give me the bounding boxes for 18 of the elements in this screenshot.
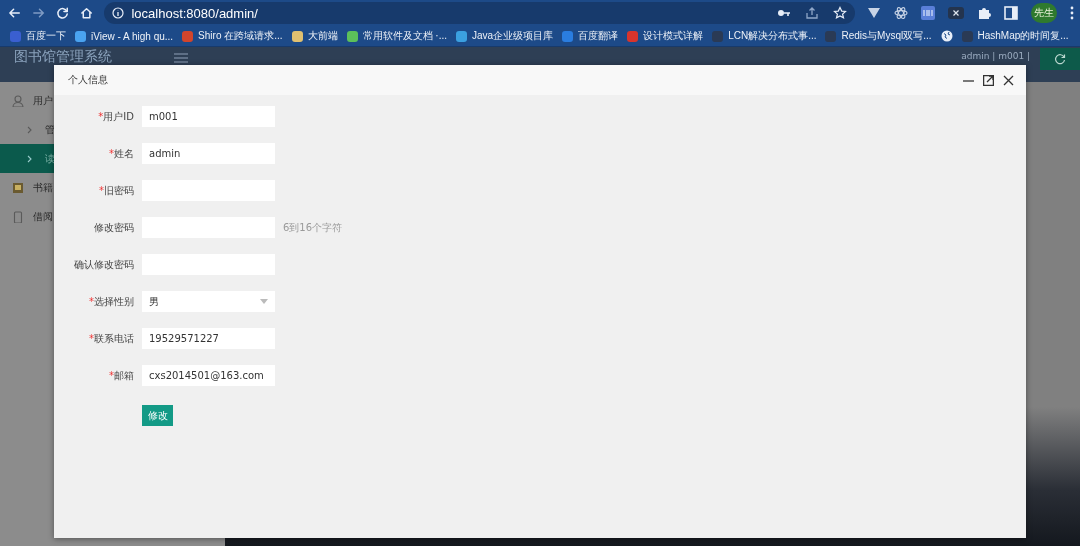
required-mark: * — [89, 295, 94, 307]
dialog-title: 个人信息 — [68, 73, 108, 87]
field-label: 用户ID — [103, 110, 134, 122]
required-mark: * — [99, 184, 104, 196]
hint-text: 6到16个字符 — [283, 220, 343, 235]
app-title: 图书馆管理系统 — [14, 48, 112, 64]
required-mark: * — [109, 147, 114, 159]
field-label: 旧密码 — [104, 184, 134, 196]
field-label: 联系电话 — [94, 332, 134, 344]
field-label: 确认修改密码 — [74, 258, 134, 270]
field-label: 修改密码 — [94, 221, 134, 233]
required-mark: * — [98, 110, 104, 122]
required-mark: * — [89, 332, 94, 344]
required-mark: * — [109, 369, 114, 381]
url-text: localhost:8080/admin/ — [131, 5, 258, 21]
field-label: 姓名 — [114, 147, 134, 159]
field-label: 选择性别 — [94, 295, 134, 307]
field-label: 邮箱 — [114, 369, 134, 381]
